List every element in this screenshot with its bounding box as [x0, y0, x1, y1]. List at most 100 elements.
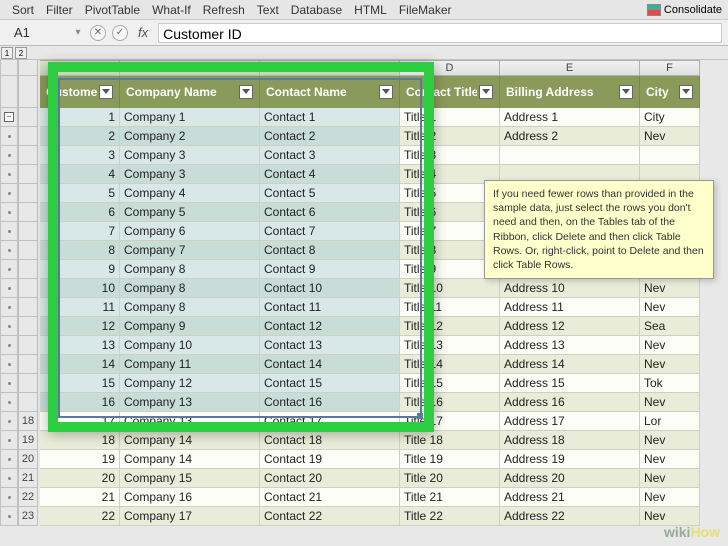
cell[interactable]: 8: [40, 241, 120, 260]
cell[interactable]: Contact 7: [260, 222, 400, 241]
table-row[interactable]: 2Company 2Contact 2Title 2Address 2Nev: [40, 127, 728, 146]
cell[interactable]: Contact 16: [260, 393, 400, 412]
cell[interactable]: Address 10: [500, 279, 640, 298]
toolbar-filemaker[interactable]: FileMaker: [393, 2, 458, 18]
cell[interactable]: 1: [40, 108, 120, 127]
row-header[interactable]: [18, 279, 38, 298]
cell[interactable]: 4: [40, 165, 120, 184]
cell[interactable]: 21: [40, 488, 120, 507]
filter-icon[interactable]: [99, 85, 113, 99]
cell[interactable]: Title 2: [400, 127, 500, 146]
cell[interactable]: Title 10: [400, 279, 500, 298]
filter-icon[interactable]: [239, 85, 253, 99]
table-row[interactable]: 15Company 12Contact 15Title 15Address 15…: [40, 374, 728, 393]
cell[interactable]: Company 7: [120, 241, 260, 260]
cell[interactable]: Title 21: [400, 488, 500, 507]
cell[interactable]: Company 1: [120, 108, 260, 127]
table-row[interactable]: 10Company 8Contact 10Title 10Address 10N…: [40, 279, 728, 298]
cell[interactable]: Title 20: [400, 469, 500, 488]
cell[interactable]: Company 4: [120, 184, 260, 203]
filter-icon[interactable]: [619, 85, 633, 99]
cell[interactable]: Company 11: [120, 355, 260, 374]
cell[interactable]: Nev: [640, 469, 700, 488]
cell[interactable]: Contact 6: [260, 203, 400, 222]
cell[interactable]: Title 17: [400, 412, 500, 431]
cell[interactable]: Contact 3: [260, 146, 400, 165]
cell[interactable]: Nev: [640, 336, 700, 355]
consolidate-button[interactable]: Consolidate: [647, 4, 722, 16]
row-header[interactable]: [18, 260, 38, 279]
table-row[interactable]: 17Company 13Contact 17Title 17Address 17…: [40, 412, 728, 431]
table-row[interactable]: 19Company 14Contact 19Title 19Address 19…: [40, 450, 728, 469]
cell[interactable]: 18: [40, 431, 120, 450]
cell[interactable]: Company 12: [120, 374, 260, 393]
row-header[interactable]: 23: [18, 507, 38, 526]
cell[interactable]: Tok: [640, 374, 700, 393]
row-header[interactable]: [18, 298, 38, 317]
cell[interactable]: 11: [40, 298, 120, 317]
toolbar-refresh[interactable]: Refresh: [197, 2, 251, 18]
cell[interactable]: Address 13: [500, 336, 640, 355]
cell[interactable]: Company 3: [120, 165, 260, 184]
table-row[interactable]: 11Company 8Contact 11Title 11Address 11N…: [40, 298, 728, 317]
cell[interactable]: 2: [40, 127, 120, 146]
cell[interactable]: 6: [40, 203, 120, 222]
table-row[interactable]: 12Company 9Contact 12Title 12Address 12S…: [40, 317, 728, 336]
cell[interactable]: Company 8: [120, 279, 260, 298]
cell[interactable]: Company 13: [120, 393, 260, 412]
toolbar-text[interactable]: Text: [251, 2, 285, 18]
cell[interactable]: 20: [40, 469, 120, 488]
cell[interactable]: 12: [40, 317, 120, 336]
filter-icon[interactable]: [679, 85, 693, 99]
cell[interactable]: Contact 21: [260, 488, 400, 507]
cell[interactable]: Company 8: [120, 298, 260, 317]
cell[interactable]: 9: [40, 260, 120, 279]
cell[interactable]: Contact 22: [260, 507, 400, 526]
col-header-C[interactable]: C: [260, 60, 400, 76]
cell[interactable]: Contact 17: [260, 412, 400, 431]
cell[interactable]: Title 22: [400, 507, 500, 526]
cell[interactable]: Address 16: [500, 393, 640, 412]
row-header[interactable]: [18, 146, 38, 165]
cell[interactable]: Title 13: [400, 336, 500, 355]
row-header[interactable]: 18: [18, 412, 38, 431]
outline-level-1[interactable]: 1: [1, 47, 13, 59]
row-header[interactable]: [18, 355, 38, 374]
toolbar-what-if[interactable]: What-If: [146, 2, 197, 18]
row-header[interactable]: [18, 108, 38, 127]
cell[interactable]: Nev: [640, 355, 700, 374]
cell[interactable]: Company 17: [120, 507, 260, 526]
cell[interactable]: Contact 18: [260, 431, 400, 450]
row-header[interactable]: [18, 165, 38, 184]
cell[interactable]: 15: [40, 374, 120, 393]
toolbar-sort[interactable]: Sort: [6, 2, 40, 18]
dropdown-icon[interactable]: ▾: [72, 23, 84, 43]
cell[interactable]: Nev: [640, 431, 700, 450]
cell[interactable]: Company 16: [120, 488, 260, 507]
cell[interactable]: 16: [40, 393, 120, 412]
cell[interactable]: Company 3: [120, 146, 260, 165]
cell[interactable]: 13: [40, 336, 120, 355]
cell[interactable]: Title 12: [400, 317, 500, 336]
cell[interactable]: 7: [40, 222, 120, 241]
cell[interactable]: 22: [40, 507, 120, 526]
toolbar-database[interactable]: Database: [285, 2, 348, 18]
cell[interactable]: Company 2: [120, 127, 260, 146]
row-header[interactable]: [18, 222, 38, 241]
cell[interactable]: Title 19: [400, 450, 500, 469]
row-header[interactable]: [18, 184, 38, 203]
filter-icon[interactable]: [479, 85, 493, 99]
cell[interactable]: Company 14: [120, 450, 260, 469]
row-header[interactable]: [18, 127, 38, 146]
grid[interactable]: ABCDEF Customer IDCompany NameContact Na…: [40, 60, 728, 546]
table-row[interactable]: 20Company 15Contact 20Title 20Address 20…: [40, 469, 728, 488]
table-row[interactable]: 13Company 10Contact 13Title 13Address 13…: [40, 336, 728, 355]
cell[interactable]: Contact 14: [260, 355, 400, 374]
row-header[interactable]: 22: [18, 488, 38, 507]
confirm-icon[interactable]: ✓: [112, 25, 128, 41]
toolbar-pivottable[interactable]: PivotTable: [79, 2, 146, 18]
collapse-icon[interactable]: −: [4, 112, 14, 122]
table-row[interactable]: 1Company 1Contact 1Title 1Address 1City: [40, 108, 728, 127]
table-row[interactable]: 16Company 13Contact 16Title 16Address 16…: [40, 393, 728, 412]
cell[interactable]: Title 14: [400, 355, 500, 374]
